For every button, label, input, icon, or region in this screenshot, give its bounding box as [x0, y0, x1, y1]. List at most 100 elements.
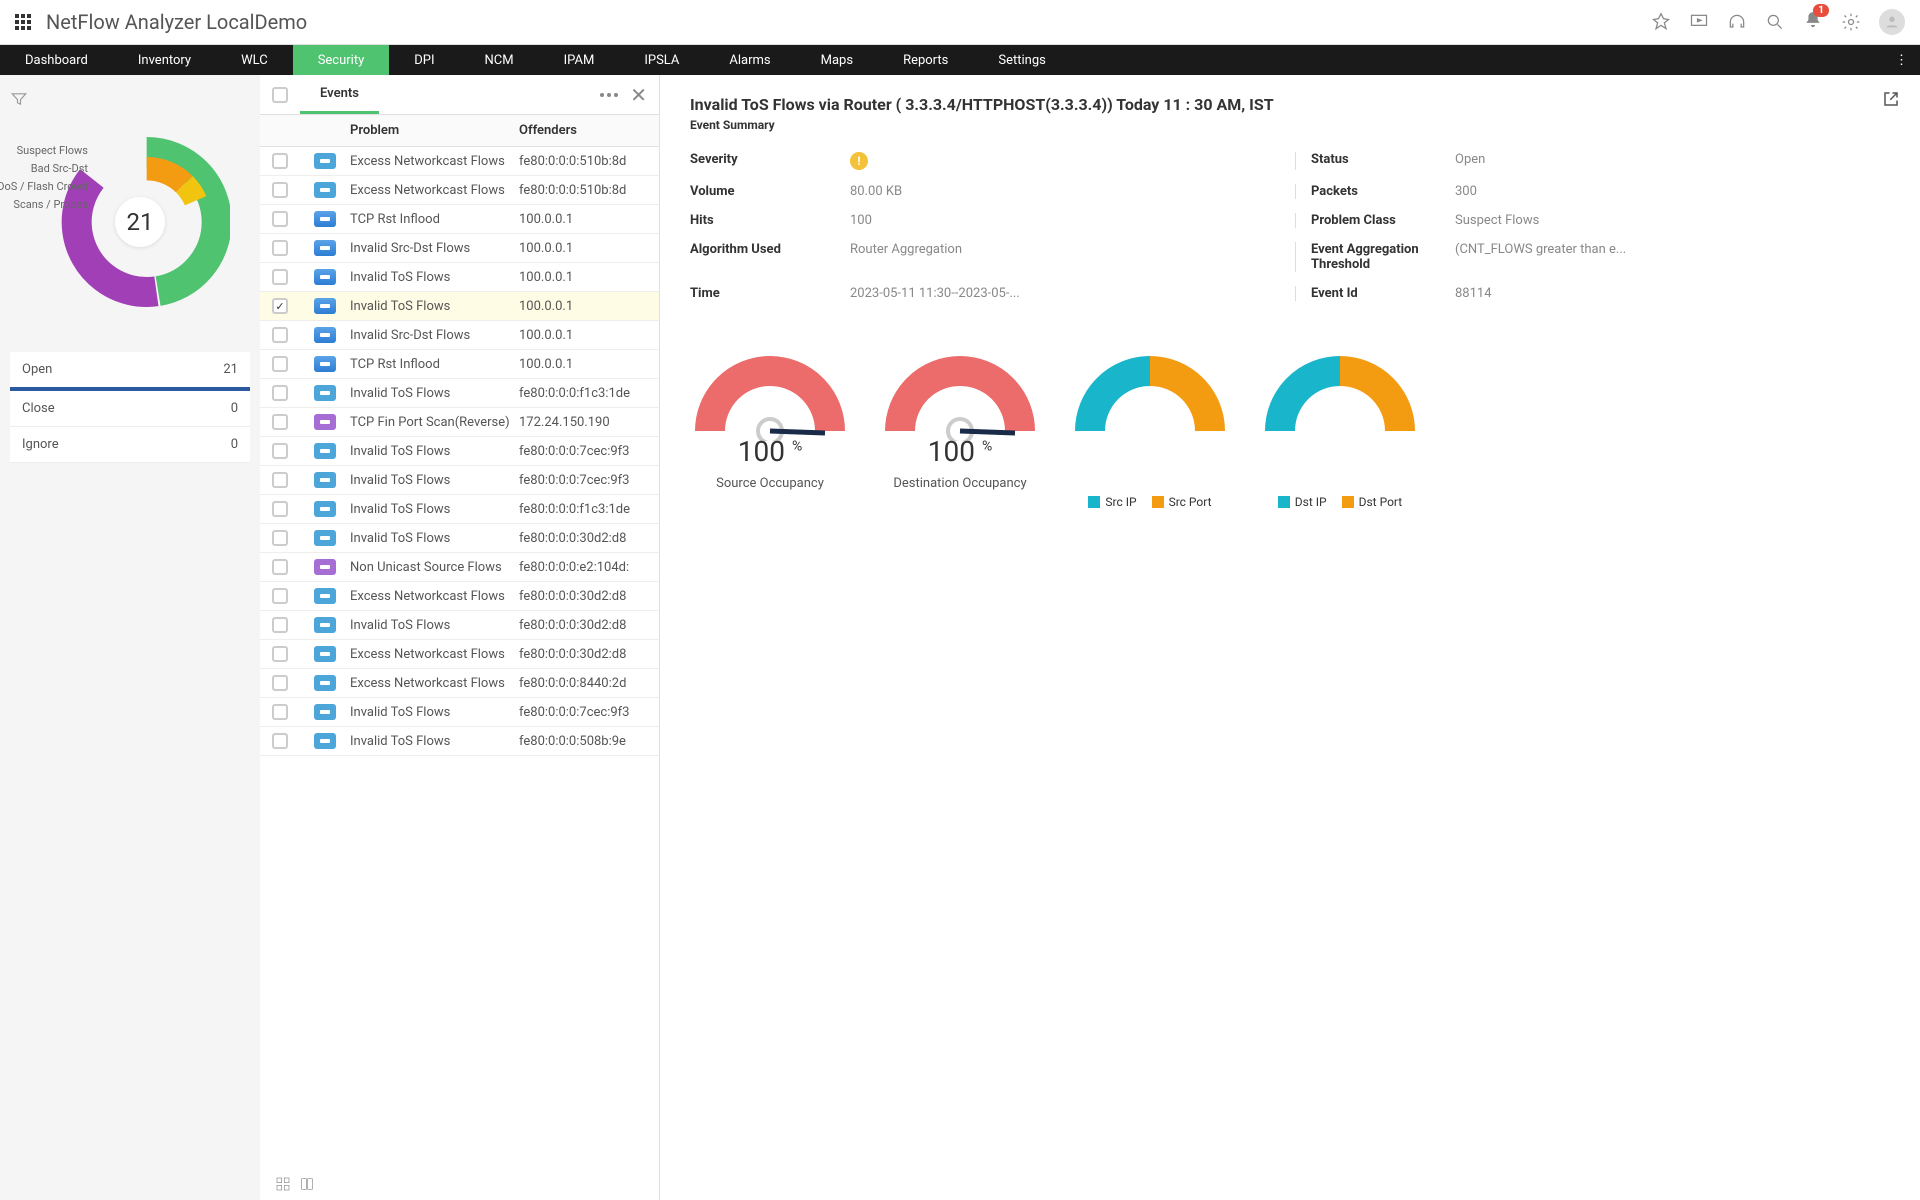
filter-icon[interactable] — [10, 90, 28, 108]
event-row[interactable]: Invalid ToS Flows100.0.0.1 — [260, 263, 659, 292]
event-offender: fe80:0:0:0:30d2:d8 — [519, 618, 659, 633]
nav-dpi[interactable]: DPI — [389, 45, 459, 75]
event-problem: Excess Networkcast Flows — [350, 154, 519, 169]
notifications-button[interactable]: 1 — [1803, 10, 1823, 34]
stat-value: 0 — [231, 401, 238, 416]
footer-icons — [275, 1176, 315, 1192]
presentation-icon[interactable] — [1689, 12, 1709, 32]
device-icon — [314, 298, 336, 314]
left-sidebar: Suspect Flows Bad Src-Dst DDoS / Flash C… — [0, 75, 260, 1200]
row-checkbox[interactable] — [272, 530, 288, 546]
select-all-checkbox[interactable] — [272, 87, 288, 103]
nav-settings[interactable]: Settings — [973, 45, 1070, 75]
nav-alarms[interactable]: Alarms — [704, 45, 795, 75]
stat-label: Ignore — [22, 437, 59, 452]
nav-ncm[interactable]: NCM — [460, 45, 539, 75]
app-header: NetFlow Analyzer LocalDemo 1 — [0, 0, 1920, 45]
donut-legend: Suspect Flows Bad Src-Dst DDoS / Flash C… — [0, 142, 88, 214]
row-checkbox[interactable] — [272, 704, 288, 720]
event-row[interactable]: Invalid ToS Flowsfe80:0:0:0:7cec:9f3 — [260, 698, 659, 727]
device-icon — [314, 530, 336, 546]
detail-title: Invalid ToS Flows via Router ( 3.3.3.4/H… — [690, 95, 1890, 114]
event-row[interactable]: Invalid Src-Dst Flows100.0.0.1 — [260, 234, 659, 263]
nav-wlc[interactable]: WLC — [216, 45, 293, 75]
book-icon[interactable] — [299, 1176, 315, 1192]
event-row[interactable]: Invalid ToS Flowsfe80:0:0:0:7cec:9f3 — [260, 466, 659, 495]
event-row[interactable]: Excess Networkcast Flowsfe80:0:0:0:8440:… — [260, 669, 659, 698]
event-row[interactable]: Excess Networkcast Flowsfe80:0:0:0:510b:… — [260, 176, 659, 205]
rocket-icon[interactable] — [1651, 12, 1671, 32]
stat-row-open[interactable]: Open21 — [10, 352, 250, 391]
event-row[interactable]: TCP Fin Port Scan(Reverse)172.24.150.190 — [260, 408, 659, 437]
row-checkbox[interactable] — [272, 211, 288, 227]
row-checkbox[interactable] — [272, 182, 288, 198]
event-row[interactable]: Excess Networkcast Flowsfe80:0:0:0:30d2:… — [260, 582, 659, 611]
row-checkbox[interactable] — [272, 414, 288, 430]
tab-events[interactable]: Events — [300, 75, 379, 114]
stat-row-ignore[interactable]: Ignore0 — [10, 427, 250, 463]
headset-icon[interactable] — [1727, 12, 1747, 32]
row-checkbox[interactable] — [272, 559, 288, 575]
event-offender: 100.0.0.1 — [519, 270, 659, 285]
row-checkbox[interactable] — [272, 733, 288, 749]
row-checkbox[interactable] — [272, 269, 288, 285]
nav-security[interactable]: Security — [293, 45, 390, 75]
device-icon — [314, 153, 336, 169]
event-row[interactable]: Invalid ToS Flowsfe80:0:0:0:f1c3:1de — [260, 379, 659, 408]
row-checkbox[interactable] — [272, 327, 288, 343]
user-avatar[interactable] — [1879, 9, 1905, 35]
nav-maps[interactable]: Maps — [796, 45, 878, 75]
event-row[interactable]: Excess Networkcast Flowsfe80:0:0:0:30d2:… — [260, 640, 659, 669]
apps-grid-icon[interactable] — [15, 14, 31, 30]
event-row[interactable]: Invalid ToS Flowsfe80:0:0:0:30d2:d8 — [260, 524, 659, 553]
row-checkbox[interactable] — [272, 646, 288, 662]
event-row[interactable]: TCP Rst Inflood100.0.0.1 — [260, 205, 659, 234]
row-checkbox[interactable] — [272, 385, 288, 401]
event-row[interactable]: ✓Invalid ToS Flows100.0.0.1 — [260, 292, 659, 321]
severity-warning-icon: ! — [850, 152, 868, 170]
events-more-icon[interactable] — [600, 93, 618, 97]
column-offenders: Offenders — [519, 123, 659, 138]
column-problem: Problem — [350, 123, 519, 138]
event-offender: 100.0.0.1 — [519, 212, 659, 227]
row-checkbox[interactable] — [272, 472, 288, 488]
row-checkbox[interactable] — [272, 443, 288, 459]
row-checkbox[interactable] — [272, 240, 288, 256]
row-checkbox[interactable] — [272, 588, 288, 604]
device-icon — [314, 704, 336, 720]
event-problem: TCP Rst Inflood — [350, 212, 519, 227]
event-row[interactable]: Non Unicast Source Flowsfe80:0:0:0:e2:10… — [260, 553, 659, 582]
grid-view-icon[interactable] — [275, 1176, 291, 1192]
event-row[interactable]: Invalid ToS Flowsfe80:0:0:0:30d2:d8 — [260, 611, 659, 640]
close-icon[interactable]: ✕ — [630, 83, 647, 107]
gauge-source-occupancy: 100 % Source Occupancy — [690, 341, 850, 509]
donut-center-value: 21 — [115, 197, 165, 247]
event-row[interactable]: Invalid ToS Flowsfe80:0:0:0:508b:9e — [260, 727, 659, 756]
event-offender: fe80:0:0:0:e2:104d: — [519, 560, 659, 575]
event-row[interactable]: Invalid ToS Flowsfe80:0:0:0:7cec:9f3 — [260, 437, 659, 466]
search-icon[interactable] — [1765, 12, 1785, 32]
device-icon — [314, 211, 336, 227]
gear-icon[interactable] — [1841, 12, 1861, 32]
k-hits: Hits — [690, 213, 840, 228]
event-row[interactable]: Invalid ToS Flowsfe80:0:0:0:f1c3:1de — [260, 495, 659, 524]
row-checkbox[interactable] — [272, 675, 288, 691]
nav-ipsla[interactable]: IPSLA — [619, 45, 704, 75]
k-algorithm: Algorithm Used — [690, 242, 840, 272]
nav-more-icon[interactable]: ⋮ — [1883, 45, 1920, 75]
popout-icon[interactable] — [1882, 90, 1900, 112]
row-checkbox[interactable] — [272, 501, 288, 517]
stat-row-close[interactable]: Close0 — [10, 391, 250, 427]
event-row[interactable]: Excess Networkcast Flowsfe80:0:0:0:510b:… — [260, 147, 659, 176]
nav-reports[interactable]: Reports — [878, 45, 973, 75]
nav-inventory[interactable]: Inventory — [113, 45, 216, 75]
row-checkbox[interactable] — [272, 153, 288, 169]
device-icon — [314, 588, 336, 604]
nav-ipam[interactable]: IPAM — [539, 45, 620, 75]
event-row[interactable]: Invalid Src-Dst Flows100.0.0.1 — [260, 321, 659, 350]
nav-dashboard[interactable]: Dashboard — [0, 45, 113, 75]
row-checkbox[interactable]: ✓ — [272, 298, 288, 314]
event-row[interactable]: TCP Rst Inflood100.0.0.1 — [260, 350, 659, 379]
row-checkbox[interactable] — [272, 617, 288, 633]
row-checkbox[interactable] — [272, 356, 288, 372]
